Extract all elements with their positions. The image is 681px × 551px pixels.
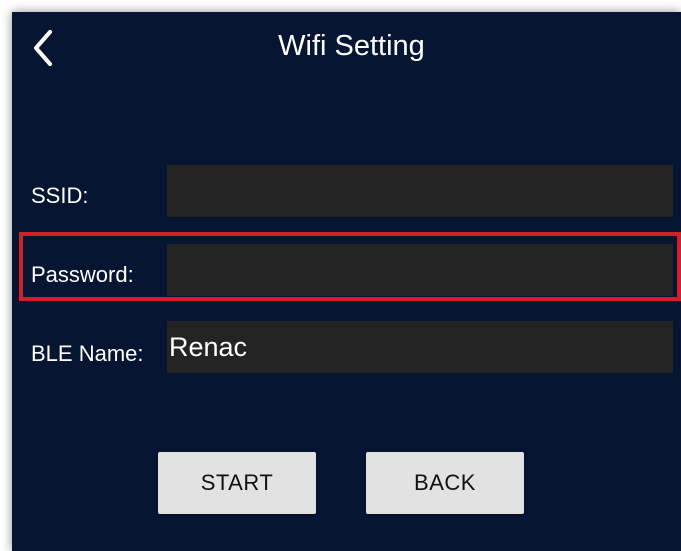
back-button[interactable]: BACK (366, 452, 524, 514)
start-button[interactable]: START (158, 452, 316, 514)
password-label: Password: (31, 262, 134, 287)
ssid-input[interactable] (167, 165, 673, 217)
ssid-label: SSID: (31, 183, 89, 208)
password-input[interactable] (167, 244, 673, 296)
ble-name-input[interactable] (167, 321, 673, 373)
ble-name-label: BLE Name: (31, 341, 144, 366)
page-title: Wifi Setting (278, 30, 425, 62)
wifi-setting-screen: Wifi Setting SSID: Password: BLE Name: S… (12, 12, 681, 551)
